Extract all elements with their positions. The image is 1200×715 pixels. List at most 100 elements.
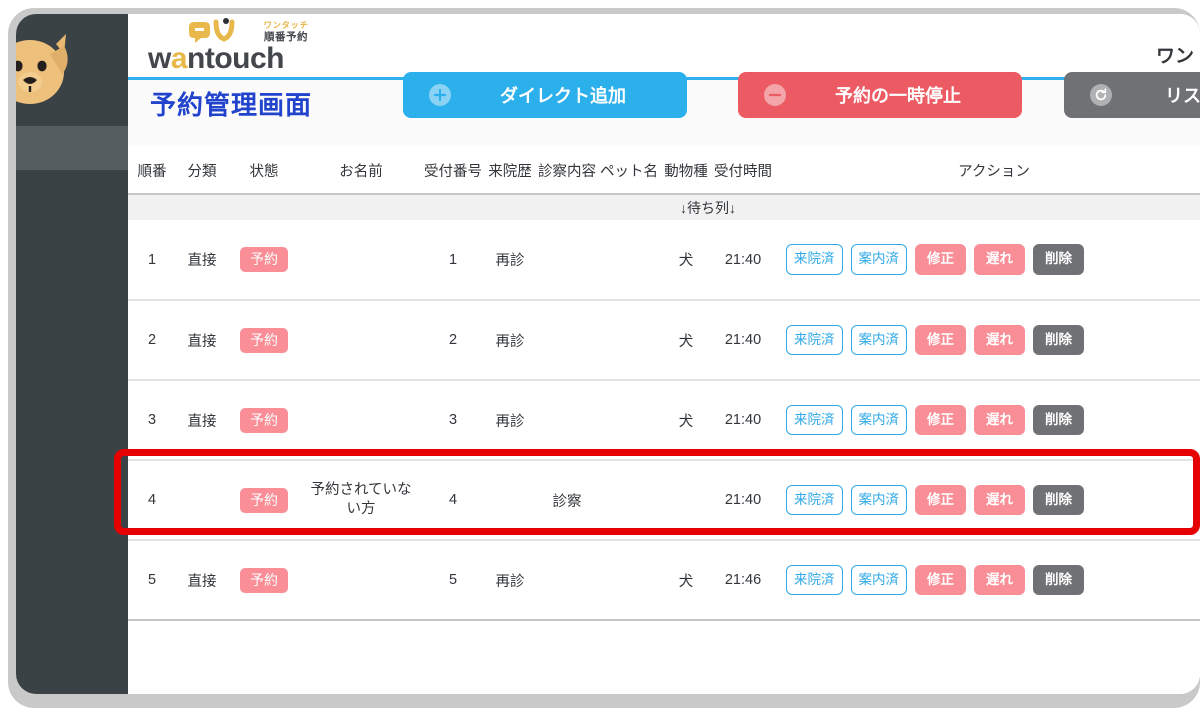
cell-order: 1 [128,220,176,300]
cell-state: 予約 [228,460,300,540]
guided-button[interactable]: 案内済 [851,405,908,436]
col-name[interactable]: お名前 [300,146,422,194]
edit-button[interactable]: 修正 [915,244,966,275]
late-button[interactable]: 遅れ [974,485,1025,516]
cell-time: 21:46 [712,540,774,620]
col-state[interactable]: 状態 [228,146,300,194]
status-badge: 予約 [240,328,288,353]
cell-time: 21:40 [712,460,774,540]
cell-order: 5 [128,540,176,620]
brand-tagline-top: ワンタッチ [244,21,328,31]
reservation-table: 順番 分類 状態 お名前 受付番号 来院歴 診察内容 ペット名 動物種 受付時間… [128,146,1200,621]
cell-time: 21:40 [712,220,774,300]
edit-button[interactable]: 修正 [915,485,966,516]
cell-treatment: 診察 [536,460,598,540]
guided-button[interactable]: 案内済 [851,325,908,356]
cell-time: 21:40 [712,380,774,460]
col-treatment[interactable]: 診察内容 [536,146,598,194]
delete-button[interactable]: 削除 [1033,244,1084,275]
cell-treatment [536,220,598,300]
cell-animal: 犬 [660,380,712,460]
brand-wordmark: wantouch [148,44,284,74]
sidebar-item-1[interactable]: 設定 [16,170,128,214]
cell-name [300,540,422,620]
col-time[interactable]: 受付時間 [712,146,774,194]
late-button[interactable]: 遅れ [974,325,1025,356]
cell-treatment [536,380,598,460]
col-action[interactable]: アクション [774,146,1200,194]
sidebar-item-4[interactable]: らせ [16,302,128,346]
table-body: ↓待ち列↓ 1 直接 予約 1 再診 犬 [128,194,1200,620]
row-action-group: 来院済 案内済 修正 遅れ 削除 [774,244,1200,275]
cell-kind: 直接 [176,540,228,620]
sidebar-item-3[interactable]: 時間設定 [16,258,128,302]
cell-kind: 直接 [176,380,228,460]
brand-logo[interactable]: ワンタッチ 順番予約 wantouch [148,18,328,76]
col-recno[interactable]: 受付番号 [422,146,484,194]
direct-add-button[interactable]: ダイレクト追加 [403,72,687,118]
cell-petname [598,220,660,300]
late-button[interactable]: 遅れ [974,244,1025,275]
refresh-icon [1090,84,1112,106]
cell-actions: 来院済 案内済 修正 遅れ 削除 [774,540,1200,620]
cell-history [484,460,536,540]
row-action-group: 来院済 案内済 修正 遅れ 削除 [774,325,1200,356]
minus-circle-icon [764,84,786,106]
cell-state: 予約 [228,380,300,460]
table-header-row: 順番 分類 状態 お名前 受付番号 来院歴 診察内容 ペット名 動物種 受付時間… [128,146,1200,194]
visited-button[interactable]: 来院済 [786,565,843,596]
delete-button[interactable]: 削除 [1033,325,1084,356]
late-button[interactable]: 遅れ [974,565,1025,596]
direct-add-label: ダイレクト追加 [451,82,687,108]
reload-list-button[interactable]: リスト更新 [1064,72,1200,118]
cell-name [300,300,422,380]
cell-recno: 3 [422,380,484,460]
brand-wordmark-suffix: ntouch [187,42,284,75]
status-badge: 予約 [240,408,288,433]
sidebar-item-2[interactable]: 時間 [16,214,128,258]
sidebar-item-7[interactable]: い合わせ [16,434,128,478]
col-kind[interactable]: 分類 [176,146,228,194]
edit-button[interactable]: 修正 [915,405,966,436]
table-row[interactable]: 1 直接 予約 1 再診 犬 21:40 [128,220,1200,300]
col-order[interactable]: 順番 [128,146,176,194]
sidebar-nav: 画面 設定 時間 時間設定 らせ ル設定 のリスト い合わせ [16,126,128,478]
guided-button[interactable]: 案内済 [851,485,908,516]
edit-button[interactable]: 修正 [915,565,966,596]
row-action-group: 来院済 案内済 修正 遅れ 削除 [774,485,1200,516]
pause-reservation-button[interactable]: 予約の一時停止 [738,72,1022,118]
delete-button[interactable]: 削除 [1033,565,1084,596]
sidebar-item-5[interactable]: ル設定 [16,346,128,390]
visited-button[interactable]: 来院済 [786,244,843,275]
brand-tagline: ワンタッチ 順番予約 [244,21,328,43]
cell-history: 再診 [484,220,536,300]
delete-button[interactable]: 削除 [1033,405,1084,436]
reload-list-label: リスト更新 [1112,82,1200,108]
table-head: 順番 分類 状態 お名前 受付番号 来院歴 診察内容 ペット名 動物種 受付時間… [128,146,1200,194]
visited-button[interactable]: 来院済 [786,485,843,516]
late-button[interactable]: 遅れ [974,405,1025,436]
guided-button[interactable]: 案内済 [851,244,908,275]
guided-button[interactable]: 案内済 [851,565,908,596]
col-history[interactable]: 来院歴 [484,146,536,194]
edit-button[interactable]: 修正 [915,325,966,356]
table-row[interactable]: 3 直接 予約 3 再診 犬 21:40 [128,380,1200,460]
sidebar-item-0[interactable]: 画面 [16,126,128,170]
cell-recno: 1 [422,220,484,300]
brand-wordmark-prefix: w [148,42,171,75]
sidebar-item-6[interactable]: のリスト [16,390,128,434]
col-animal[interactable]: 動物種 [660,146,712,194]
delete-button[interactable]: 削除 [1033,485,1084,516]
cell-kind [176,460,228,540]
visited-button[interactable]: 来院済 [786,405,843,436]
table-row-highlighted[interactable]: 4 予約 予約されていない方 4 診察 21:40 [128,460,1200,540]
cell-actions: 来院済 案内済 修正 遅れ 削除 [774,300,1200,380]
cell-petname [598,540,660,620]
table-row[interactable]: 5 直接 予約 5 再診 犬 21:46 [128,540,1200,620]
col-petname[interactable]: ペット名 [598,146,660,194]
visited-button[interactable]: 来院済 [786,325,843,356]
table-row[interactable]: 2 直接 予約 2 再診 犬 21:40 [128,300,1200,380]
waiting-queue-divider: ↓待ち列↓ [128,194,1200,220]
cell-recno: 2 [422,300,484,380]
screen: 画面 設定 時間 時間設定 らせ ル設定 のリスト い合わせ [0,0,1200,715]
